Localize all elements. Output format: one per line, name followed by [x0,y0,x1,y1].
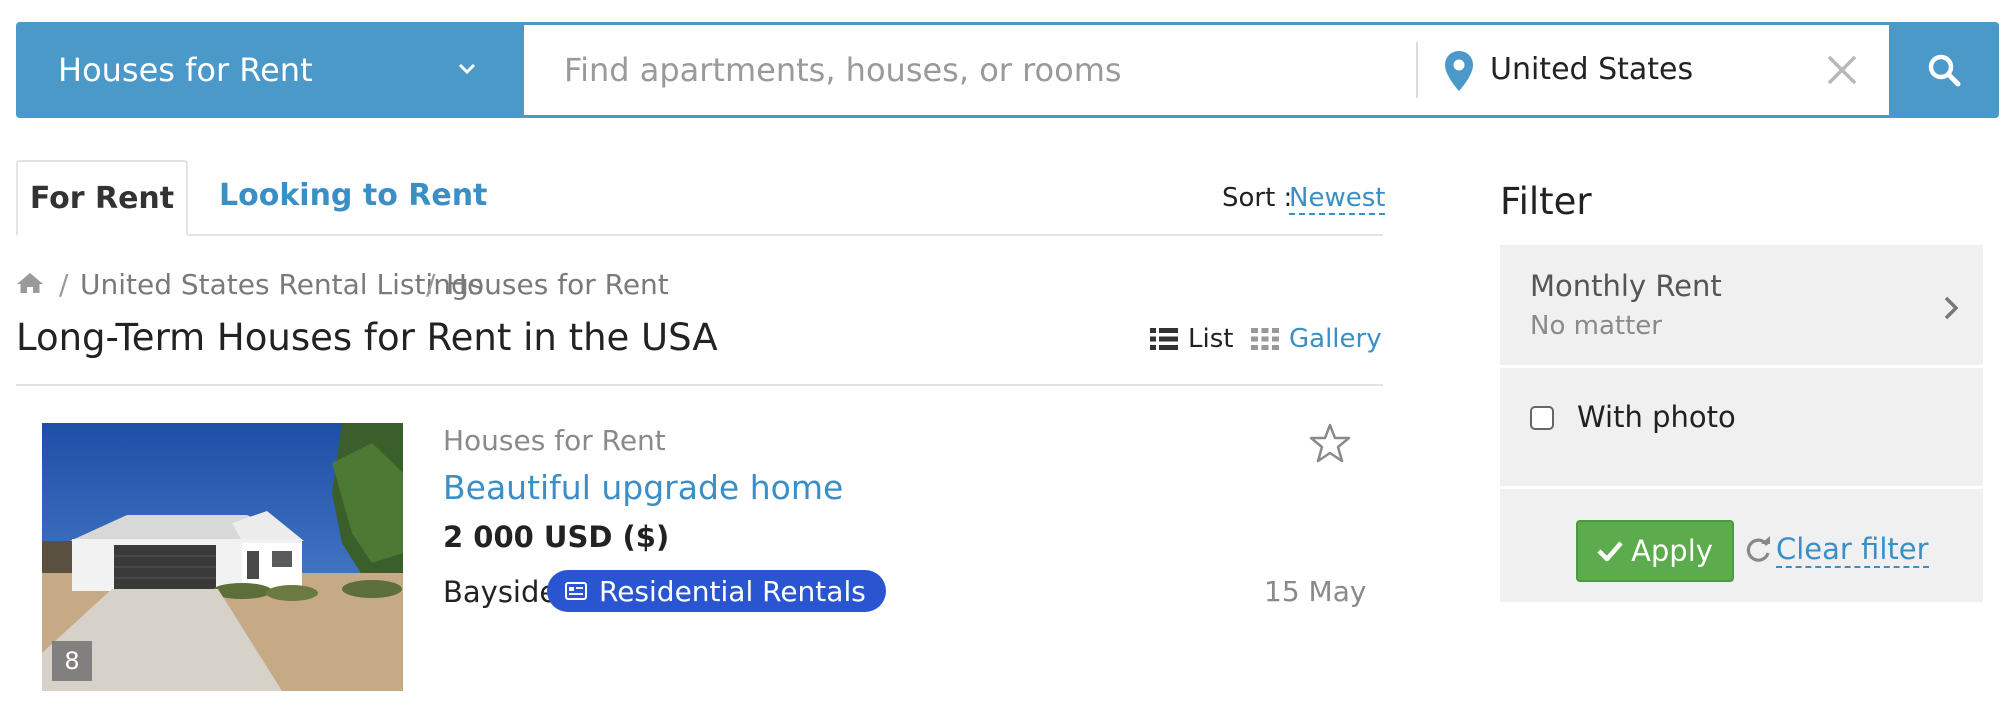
monthly-rent-value: No matter [1530,311,1662,341]
filter-divider [1500,486,1983,489]
listing-date: 15 May [1264,575,1367,608]
listing-photo[interactable]: 8 [42,423,403,691]
apply-button-label: Apply [1631,534,1713,568]
photo-count-badge: 8 [52,641,92,681]
monthly-rent-label: Monthly Rent [1530,269,1722,303]
chevron-down-icon [458,63,476,75]
search-divider [1416,42,1418,98]
clear-filter-link[interactable]: Clear filter [1776,532,1929,568]
search-button[interactable] [1889,22,1999,118]
category-dropdown-label: Houses for Rent [58,51,313,89]
listing-tag-label: Residential Rentals [599,574,866,608]
listing-price: 2 000 USD ($) [443,520,670,554]
view-gallery-label: Gallery [1289,324,1382,354]
map-pin-icon [1445,51,1473,91]
apply-button[interactable]: Apply [1576,520,1734,582]
checkmark-icon [1597,541,1623,562]
filter-divider [1500,365,1983,368]
breadcrumb-separator: / [59,268,69,301]
breadcrumb-item-rental-listings[interactable]: United States Rental Listings [80,268,483,301]
star-outline-icon[interactable] [1309,423,1351,463]
with-photo-checkbox[interactable] [1530,406,1554,430]
listing-card-icon [565,582,587,600]
sort-dropdown[interactable]: Newest [1289,183,1386,215]
monthly-rent-filter[interactable]: Monthly Rent No matter [1500,245,1983,365]
tab-looking-to-rent[interactable]: Looking to Rent [219,178,487,213]
refresh-icon[interactable] [1744,536,1772,564]
breadcrumb-item-houses-for-rent[interactable]: Houses for Rent [446,268,669,301]
view-gallery-button[interactable]: Gallery [1251,324,1382,354]
view-list-label: List [1188,324,1234,354]
tab-for-rent[interactable]: For Rent [16,160,188,236]
listing-category: Houses for Rent [443,424,666,457]
list-icon [1150,328,1178,350]
listing-title-link[interactable]: Beautiful upgrade home [443,468,843,507]
with-photo-label[interactable]: With photo [1577,400,1736,434]
search-icon [1928,54,1961,87]
chevron-right-icon [1944,296,1959,320]
location-field[interactable]: United States [1490,52,1693,87]
grid-icon [1251,328,1279,350]
listing-location: Bayside [443,575,558,609]
tabs-underline [16,234,1383,236]
page-title: Long-Term Houses for Rent in the USA [16,316,718,359]
sort-label: Sort : [1222,183,1293,213]
house-photo [42,423,403,691]
close-icon[interactable] [1826,54,1858,86]
home-icon[interactable] [16,272,44,294]
breadcrumb-separator: / [426,268,436,301]
listing-tag-badge[interactable]: Residential Rentals [547,570,886,612]
category-dropdown[interactable]: Houses for Rent [16,22,524,118]
search-input[interactable] [526,25,1406,115]
view-list-button[interactable]: List [1150,324,1233,354]
divider [16,384,1383,386]
filter-heading: Filter [1500,180,1592,223]
